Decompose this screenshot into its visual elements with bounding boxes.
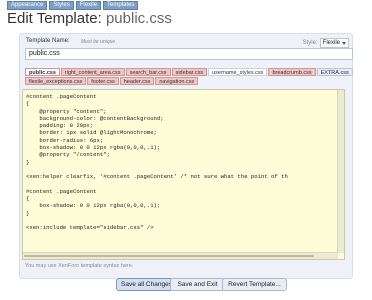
style-selector: Style: Flexile	[303, 38, 349, 48]
breadcrumb-styles[interactable]: Styles	[49, 1, 74, 10]
code-editor-content[interactable]: #content .pageContent { @property "conte…	[23, 90, 344, 232]
page-title: Edit Template: public.css	[7, 10, 172, 27]
breadcrumb-templates[interactable]: Templates	[103, 1, 139, 10]
breadcrumb-flexile[interactable]: Flexile	[75, 1, 102, 10]
tab-search-bar-css[interactable]: search_bar.css	[125, 68, 171, 76]
breadcrumb: Appearance Styles Flexile Templates	[7, 1, 140, 10]
chevron-down-icon	[342, 41, 346, 45]
tab-username-styles-css[interactable]: username_styles.css	[208, 68, 268, 76]
page-title-prefix: Edit Template:	[7, 10, 102, 27]
vertical-scrollbar[interactable]	[337, 90, 344, 253]
tab-right-content-area-css[interactable]: right_content_area.css	[60, 68, 125, 76]
style-select[interactable]: Flexile	[319, 38, 349, 48]
revert-template-button[interactable]: Revert Template...	[222, 278, 287, 291]
code-editor[interactable]: #content .pageContent { @property "conte…	[22, 89, 345, 260]
tab-row-2: flexile_exceptions.css footer.css header…	[25, 77, 351, 86]
action-buttons: Save all Changes Save and Exit Revert Te…	[0, 278, 372, 291]
style-select-value: Flexile	[322, 40, 340, 46]
tab-row-1: public.css right_content_area.css search…	[25, 68, 353, 77]
template-name-input[interactable]	[25, 48, 353, 60]
tab-extra-css[interactable]: EXTRA.css	[316, 68, 353, 76]
tab-navigation-css[interactable]: navigation.css	[155, 77, 199, 85]
tab-footer-css[interactable]: footer.css	[87, 77, 119, 85]
breadcrumb-appearance[interactable]: Appearance	[7, 1, 48, 10]
page-title-filename: public.css	[105, 10, 172, 27]
horizontal-scroll-thumb[interactable]	[24, 255, 314, 257]
tab-public-css[interactable]: public.css	[25, 68, 60, 76]
syntax-note: You may use XenForo template syntax here…	[25, 263, 134, 269]
save-and-exit-button[interactable]: Save and Exit	[170, 278, 225, 291]
save-all-changes-button[interactable]: Save all Changes	[116, 278, 173, 291]
template-name-label: Template Name:	[26, 38, 70, 44]
tab-header-css[interactable]: header.css	[119, 77, 155, 85]
tab-breadcrumb-css[interactable]: breadcrumb.css	[268, 68, 316, 76]
template-editor-panel: Template Name: Must be unique Style: Fle…	[19, 33, 353, 279]
tab-sidebar-css[interactable]: sidebar.css	[171, 68, 208, 76]
tab-flexile-exceptions-css[interactable]: flexile_exceptions.css	[25, 77, 87, 85]
style-label: Style:	[302, 40, 318, 46]
horizontal-scrollbar[interactable]	[23, 252, 338, 259]
template-name-hint: Must be unique	[81, 39, 116, 45]
template-tabs: public.css right_content_area.css search…	[25, 68, 353, 86]
